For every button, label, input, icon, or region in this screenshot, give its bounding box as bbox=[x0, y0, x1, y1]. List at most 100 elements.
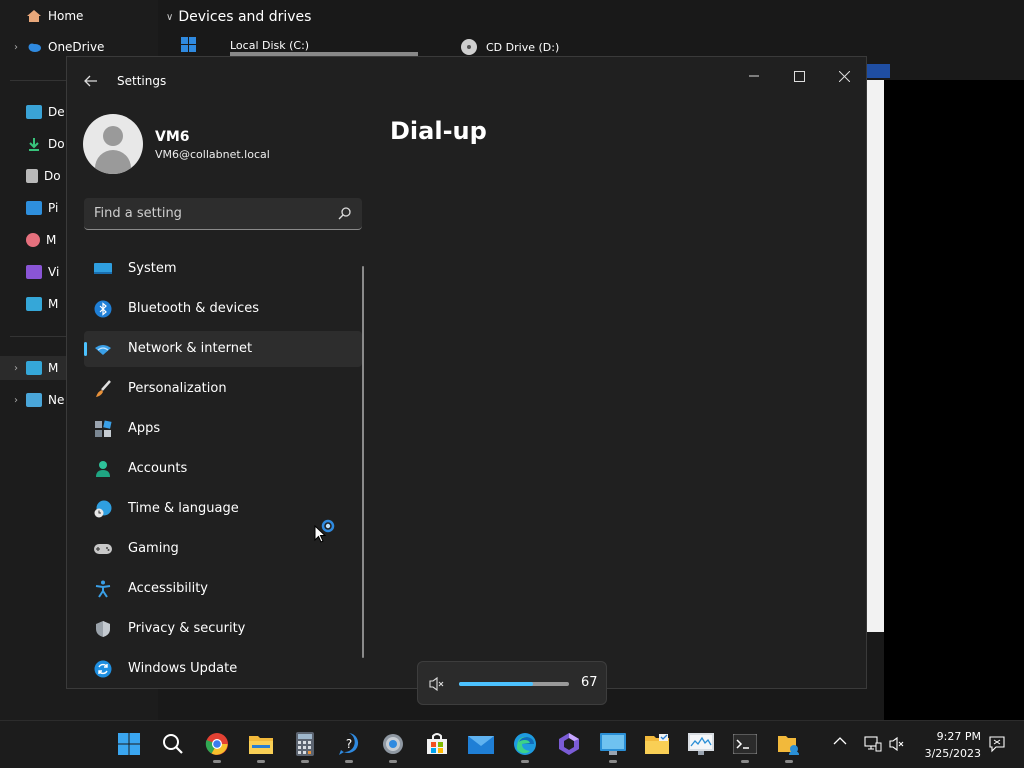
nav-item-privacy[interactable]: Privacy & security bbox=[84, 611, 362, 647]
calculator-icon bbox=[296, 732, 314, 756]
volume-slider-fill bbox=[459, 682, 533, 686]
network-icon[interactable] bbox=[864, 736, 882, 752]
volume-value: 67 bbox=[581, 675, 598, 690]
taskbar-file-explorer[interactable] bbox=[246, 729, 276, 763]
nav-item-personalization[interactable]: Personalization bbox=[84, 371, 362, 407]
gamepad-icon bbox=[94, 544, 112, 554]
running-indicator bbox=[609, 760, 617, 763]
nav-item-apps[interactable]: Apps bbox=[84, 411, 362, 447]
chevron-right-icon[interactable]: › bbox=[10, 42, 22, 53]
start-button[interactable] bbox=[114, 729, 144, 759]
speaker-mute-icon[interactable] bbox=[888, 736, 906, 752]
devices-and-drives-header[interactable]: ∨ Devices and drives bbox=[166, 9, 311, 25]
monitor-icon bbox=[26, 361, 42, 375]
taskbar-store[interactable] bbox=[422, 729, 452, 759]
taskbar-settings[interactable] bbox=[378, 729, 408, 763]
taskbar-copilot[interactable] bbox=[554, 729, 584, 759]
search-box[interactable] bbox=[84, 198, 362, 230]
back-button[interactable] bbox=[81, 71, 101, 91]
svg-text:?: ? bbox=[346, 737, 352, 751]
nav-item-network[interactable]: Network & internet bbox=[84, 331, 362, 367]
taskbar-chrome[interactable] bbox=[202, 729, 232, 763]
help-icon: ? bbox=[339, 733, 359, 755]
download-icon bbox=[29, 138, 39, 151]
nav-item-music[interactable]: › M bbox=[0, 228, 56, 252]
apps-icon bbox=[95, 420, 112, 437]
nav-item-documents[interactable]: › Do bbox=[0, 164, 61, 188]
nav-item-this-pc[interactable]: › M bbox=[0, 292, 58, 316]
user-name: VM6 bbox=[155, 129, 190, 145]
monitor-icon bbox=[94, 263, 112, 274]
search-icon[interactable] bbox=[338, 206, 352, 220]
title-bar[interactable]: Settings bbox=[67, 57, 866, 105]
taskbar-folder[interactable] bbox=[642, 729, 672, 759]
maximize-icon bbox=[793, 70, 805, 82]
nav-item-downloads[interactable]: › Do bbox=[0, 132, 65, 156]
busy-cursor-icon bbox=[314, 519, 335, 543]
avatar[interactable] bbox=[83, 114, 143, 174]
arrow-left-icon bbox=[84, 75, 97, 87]
wifi-icon bbox=[95, 345, 111, 355]
taskbar-calculator[interactable] bbox=[290, 729, 320, 763]
notification-icon[interactable] bbox=[988, 735, 1006, 753]
chrome-icon bbox=[205, 733, 228, 755]
chevron-right-icon[interactable]: › bbox=[10, 395, 22, 406]
show-hidden-icons-button[interactable] bbox=[832, 735, 848, 751]
taskbar-share[interactable] bbox=[774, 729, 804, 763]
nav-item-label: Accounts bbox=[128, 461, 188, 476]
nav-item-label: Accessibility bbox=[128, 581, 208, 596]
user-email: VM6@collabnet.local bbox=[155, 148, 270, 161]
volume-slider[interactable] bbox=[459, 682, 569, 686]
clock-time[interactable]: 9:27 PM bbox=[925, 730, 981, 743]
nav-home-label: Home bbox=[48, 9, 84, 23]
person-icon bbox=[103, 126, 123, 146]
taskbar-edge[interactable] bbox=[510, 729, 540, 763]
nav-item-pictures[interactable]: › Pi bbox=[0, 196, 58, 220]
nav-item-label: M bbox=[48, 361, 59, 375]
nav-scrollbar[interactable] bbox=[362, 266, 364, 658]
nav-item-label: M bbox=[48, 297, 59, 311]
drive-cd[interactable]: CD Drive (D:) bbox=[458, 38, 559, 56]
clock-date[interactable]: 3/25/2023 bbox=[915, 747, 981, 760]
settings-window: Settings VM6 VM6@collabnet.local System … bbox=[66, 56, 867, 689]
nav-item-desktop[interactable]: › De bbox=[0, 100, 65, 124]
speaker-mute-icon[interactable] bbox=[428, 675, 446, 693]
chevron-up-icon bbox=[833, 737, 847, 745]
nav-item-network[interactable]: › Ne bbox=[0, 388, 64, 412]
close-button[interactable] bbox=[821, 61, 867, 91]
taskbar-remote-desktop[interactable] bbox=[598, 729, 628, 763]
running-indicator bbox=[521, 760, 529, 763]
file-explorer-icon bbox=[249, 736, 273, 754]
search-input[interactable] bbox=[94, 206, 324, 221]
running-indicator bbox=[741, 760, 749, 763]
bluetooth-icon bbox=[94, 300, 112, 318]
chevron-right-icon[interactable]: › bbox=[10, 363, 22, 374]
nav-item-label: System bbox=[128, 261, 177, 276]
taskbar-resource-monitor[interactable] bbox=[686, 729, 716, 759]
volume-flyout: 67 bbox=[417, 661, 607, 705]
background-area bbox=[884, 80, 1024, 720]
taskbar-terminal[interactable] bbox=[730, 729, 760, 763]
nav-item-system[interactable]: System bbox=[84, 251, 362, 287]
nav-item-label: Network & internet bbox=[128, 341, 253, 356]
resource-monitor-icon bbox=[688, 733, 714, 755]
globe-clock-icon bbox=[94, 500, 112, 518]
section-header-label: Devices and drives bbox=[178, 9, 312, 25]
nav-item-windows-update[interactable]: Windows Update bbox=[84, 651, 362, 687]
minimize-button[interactable] bbox=[731, 61, 777, 91]
running-indicator bbox=[257, 760, 265, 763]
nav-home[interactable]: › Home bbox=[0, 4, 83, 28]
nav-item-accessibility[interactable]: Accessibility bbox=[84, 571, 362, 607]
app-title: Settings bbox=[117, 74, 167, 88]
nav-item-bluetooth[interactable]: Bluetooth & devices bbox=[84, 291, 362, 327]
nav-item-accounts[interactable]: Accounts bbox=[84, 451, 362, 487]
network-icon bbox=[26, 393, 42, 407]
nav-item-label: De bbox=[48, 105, 65, 119]
accessibility-icon bbox=[95, 580, 111, 598]
nav-item-videos[interactable]: › Vi bbox=[0, 260, 59, 284]
taskbar-search[interactable] bbox=[158, 729, 188, 759]
maximize-button[interactable] bbox=[776, 61, 822, 91]
taskbar-mail[interactable] bbox=[466, 729, 496, 759]
nav-onedrive-label: OneDrive bbox=[48, 40, 105, 54]
taskbar-get-help[interactable]: ? bbox=[334, 729, 364, 763]
